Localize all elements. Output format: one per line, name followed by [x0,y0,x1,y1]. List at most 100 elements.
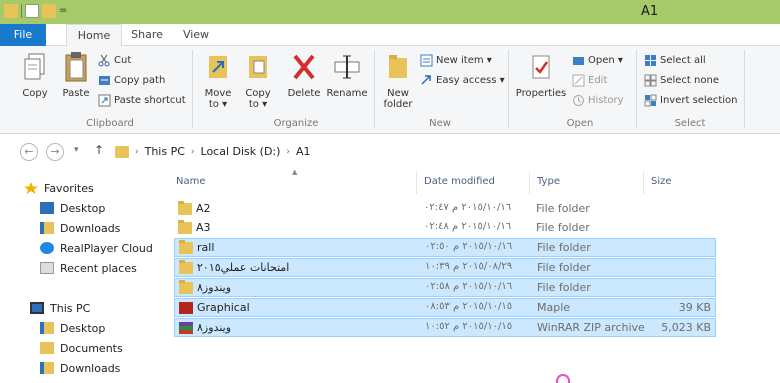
new-folder-label: New folder [383,88,413,110]
select-all-button[interactable]: Select all [644,52,706,68]
column-header-type[interactable]: Type [537,176,560,187]
tab-view[interactable]: View [172,24,220,46]
customize-quick-access-icon[interactable]: = [59,4,67,18]
edit-label: Edit [588,74,608,86]
winrar-archive-icon [179,322,193,334]
back-button[interactable]: ← [20,143,38,161]
new-item-label: New item ▾ [436,54,492,66]
properties-button[interactable]: Properties [514,50,568,99]
column-header-size[interactable]: Size [651,176,672,187]
group-divider [374,50,375,128]
move-to-button[interactable]: Move to ▾ [200,50,236,110]
column-header-name[interactable]: Name [176,176,206,187]
file-date: ٢٠١٥/١٠/١٦ م ٠٢:٥٠ [425,241,513,252]
forward-button[interactable]: → [46,143,64,161]
nav-desktop[interactable]: Desktop [40,200,105,216]
new-folder-button[interactable]: New folder [380,50,416,110]
file-date: ٢٠١٥/٠٨/٢٩ م ١٠:٣٩ [425,261,513,272]
copy-to-icon [243,50,273,84]
select-none-icon [644,74,657,86]
file-type: File folder [536,221,590,234]
breadcrumb-a1[interactable]: A1 [296,145,311,158]
select-group-label: Select [674,118,706,129]
file-name: ويندوز٨ [197,281,232,294]
new-item-icon [420,54,433,66]
file-date: ٢٠١٥/١٠/١٥ م ٠٨:٥٣ [425,301,513,312]
file-date: ٢٠١٥/١٠/١٦ م ٠٢:٥٨ [425,281,513,292]
column-divider[interactable] [529,172,530,194]
recent-locations-button[interactable]: ▾ [74,145,79,155]
nav-favorites[interactable]: Favorites [24,180,94,196]
downloads-icon [40,222,54,234]
star-icon [24,182,38,194]
properties-icon[interactable] [25,4,39,18]
paste-shortcut-icon [98,94,111,106]
navigation-pane: Favorites Desktop Downloads RealPlayer C… [0,168,160,383]
nav-pc-downloads[interactable]: Downloads [40,360,120,376]
new-item-button[interactable]: New item ▾ [420,52,492,68]
invert-selection-icon [644,94,657,106]
invert-selection-button[interactable]: Invert selection [644,92,738,108]
edit-icon [572,74,585,86]
file-row[interactable]: ويندوز٨ ٢٠١٥/١٠/١٦ م ٠٢:٥٨ File folder [174,278,716,297]
edit-button[interactable]: Edit [572,72,607,88]
column-header-date[interactable]: Date modified [424,176,495,187]
nav-realplayer-cloud[interactable]: RealPlayer Cloud [40,240,153,256]
tab-share[interactable]: Share [122,24,172,46]
history-button[interactable]: History [572,92,624,108]
up-button[interactable]: ↑ [94,143,104,157]
copy-path-button[interactable]: Copy path [98,72,165,88]
copy-button[interactable]: Copy [18,50,52,99]
easy-access-button[interactable]: Easy access ▾ [420,72,505,88]
file-row[interactable]: A2 ٢٠١٥/١٠/١٦ م ٠٢:٤٧ File folder [174,200,716,219]
group-divider [508,50,509,128]
nav-this-pc[interactable]: This PC [30,300,90,316]
delete-icon [289,50,319,84]
column-divider[interactable] [643,172,644,194]
cut-label: Cut [114,54,132,66]
new-folder-icon[interactable] [42,4,56,18]
new-group-label: New [429,118,451,129]
file-row[interactable]: A3 ٢٠١٥/١٠/١٦ م ٠٢:٤٨ File folder [174,219,716,238]
title-bar: = A1 [0,0,780,24]
clipboard-group-label: Clipboard [86,118,134,129]
paste-button[interactable]: Paste [58,50,94,99]
file-row[interactable]: امتحانات عملي٢٠١٥ ٢٠١٥/٠٨/٢٩ م ١٠:٣٩ Fil… [174,258,716,277]
paste-shortcut-button[interactable]: Paste shortcut [98,92,186,108]
delete-label: Delete [287,88,321,99]
rename-button[interactable]: Rename [326,50,368,99]
file-row[interactable]: rall ٢٠١٥/١٠/١٦ م ٠٢:٥٠ File folder [174,238,716,257]
group-divider [744,50,745,128]
delete-button[interactable]: Delete [286,50,322,99]
breadcrumb: › This PC › Local Disk (D:) › A1 [115,145,311,158]
file-date: ٢٠١٥/١٠/١٦ م ٠٢:٤٧ [424,202,512,213]
nav-documents[interactable]: Documents [40,340,123,356]
nav-downloads[interactable]: Downloads [40,220,120,236]
paste-shortcut-label: Paste shortcut [114,94,186,106]
select-all-label: Select all [660,54,706,66]
open-button[interactable]: Open ▾ [572,52,623,68]
tab-home[interactable]: Home [66,24,122,47]
breadcrumb-local-disk[interactable]: Local Disk (D:) [201,145,281,158]
copy-to-button[interactable]: Copy to ▾ [240,50,276,110]
file-row[interactable]: Graphical ٢٠١٥/١٠/١٥ م ٠٨:٥٣ Maple 39 KB [174,298,716,317]
column-divider[interactable] [416,172,417,194]
cut-button[interactable]: Cut [98,52,131,68]
tab-file[interactable]: File [0,24,46,46]
file-row[interactable]: ويندوز٨ ٢٠١٥/١٠/١٥ م ١٠:٥٢ WinRAR ZIP ar… [174,318,716,337]
breadcrumb-separator: › [135,146,139,157]
folder-icon [4,4,18,18]
properties-label: Properties [515,88,567,99]
nav-recent-places[interactable]: Recent places [40,260,137,276]
desktop-icon [40,202,54,214]
file-name: Graphical [197,301,250,314]
history-icon [573,94,584,106]
select-none-button[interactable]: Select none [644,72,719,88]
file-size: 39 KB [678,301,711,314]
breadcrumb-this-pc[interactable]: This PC [145,145,185,158]
folder-icon [115,145,129,158]
nav-pc-desktop-label: Desktop [60,321,106,335]
easy-access-icon [421,74,431,85]
nav-pc-desktop[interactable]: Desktop [40,320,105,336]
file-name: rall [197,241,215,254]
